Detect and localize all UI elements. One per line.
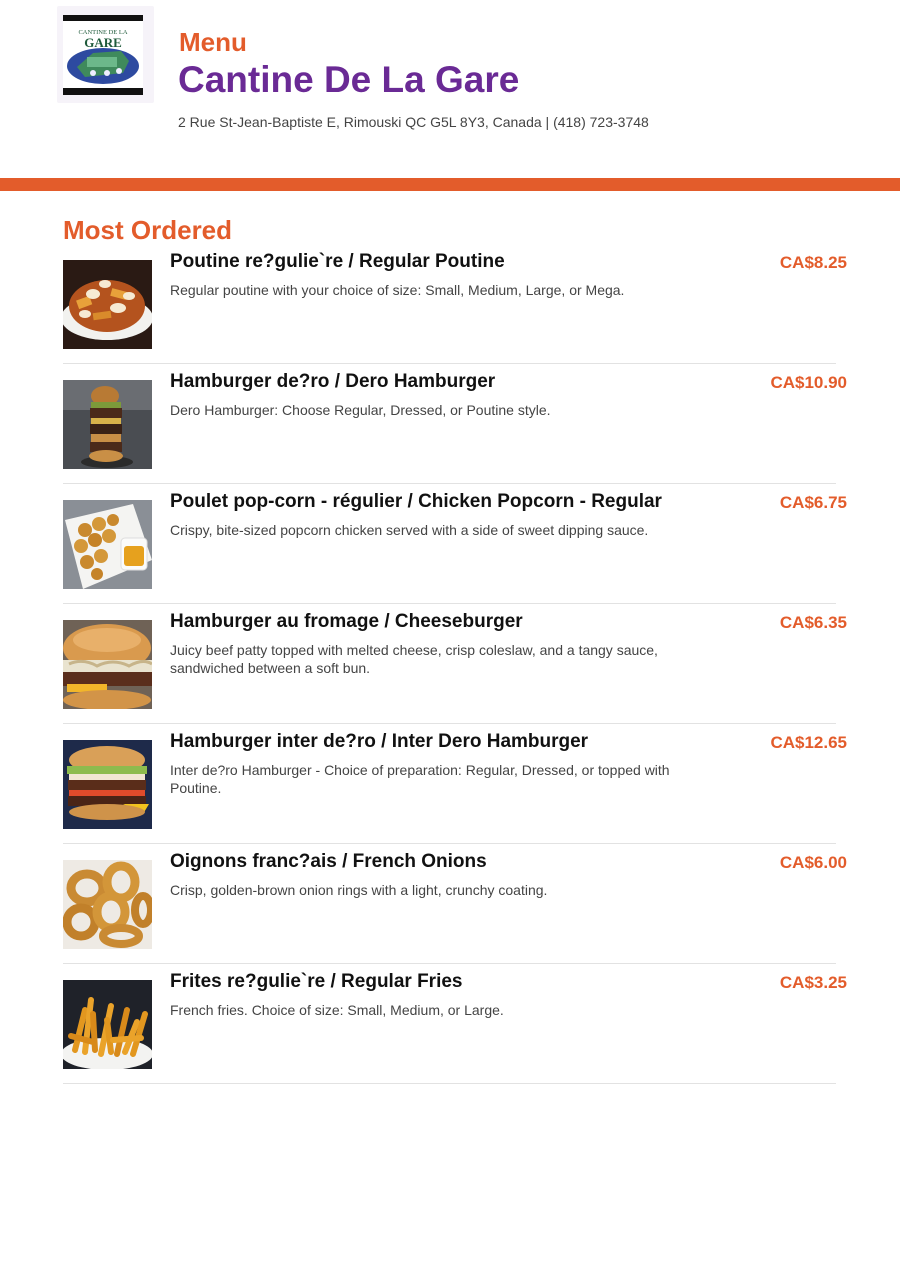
item-price: CA$10.90 — [770, 373, 847, 392]
item-name: Hamburger inter de?ro / Inter Dero Hambu… — [170, 731, 589, 752]
item-name: Oignons franc?ais / French Onions — [170, 851, 487, 872]
menu-item[interactable]: Frites re?gulie`re / Regular Fries Frenc… — [63, 964, 847, 1084]
item-name: Poutine re?gulie`re / Regular Poutine — [170, 251, 505, 272]
item-price: CA$6.00 — [779, 853, 847, 872]
menu-item[interactable]: Oignons franc?ais / French Onions Crisp,… — [63, 844, 847, 964]
menu-item[interactable]: Poulet pop-corn - régulier / Chicken Pop… — [63, 484, 847, 604]
logo-frame: CANTINE DE LA GARE — [57, 6, 154, 103]
item-description: Crisp, golden-brown onion rings with a l… — [170, 882, 548, 898]
menu-items-list: Poutine re?gulie`re / Regular Poutine Re… — [63, 244, 847, 1084]
inter-hamburger-photo-icon — [63, 740, 152, 829]
onion-rings-photo-icon — [63, 860, 152, 949]
item-name: Hamburger au fromage / Cheeseburger — [170, 611, 523, 632]
menu-item[interactable]: Hamburger au fromage / Cheeseburger Juic… — [63, 604, 847, 724]
section-title: Most Ordered — [63, 215, 233, 245]
item-description: Juicy beef patty topped with melted chee… — [170, 642, 658, 676]
svg-text:GARE: GARE — [84, 35, 122, 50]
item-name: Hamburger de?ro / Dero Hamburger — [170, 371, 496, 392]
fries-photo-icon — [63, 980, 152, 1069]
item-name: Poulet pop-corn - régulier / Chicken Pop… — [170, 491, 662, 512]
menu-item[interactable]: Hamburger de?ro / Dero Hamburger Dero Ha… — [63, 364, 847, 484]
item-price: CA$6.75 — [779, 493, 847, 512]
item-price: CA$12.65 — [770, 733, 847, 752]
restaurant-name: Cantine De La Gare — [178, 59, 520, 100]
header-divider — [0, 178, 900, 191]
item-description: Crispy, bite-sized popcorn chicken serve… — [170, 522, 649, 538]
cheeseburger-photo-icon — [63, 620, 152, 709]
poutine-photo-icon — [63, 260, 152, 349]
item-price: CA$6.35 — [779, 613, 847, 632]
item-price: CA$3.25 — [779, 973, 847, 992]
hamburger-photo-icon — [63, 380, 152, 469]
item-price: CA$8.25 — [779, 253, 847, 272]
item-description: Regular poutine with your choice of size… — [170, 282, 625, 298]
item-description: Dero Hamburger: Choose Regular, Dressed,… — [170, 402, 551, 418]
menu-label: Menu — [179, 27, 247, 57]
menu-item[interactable]: Poutine re?gulie`re / Regular Poutine Re… — [63, 244, 847, 364]
menu-item[interactable]: Hamburger inter de?ro / Inter Dero Hambu… — [63, 724, 847, 844]
restaurant-address: 2 Rue St-Jean-Baptiste E, Rimouski QC G5… — [178, 114, 649, 130]
restaurant-logo: CANTINE DE LA GARE — [63, 15, 143, 95]
item-description: French fries. Choice of size: Small, Med… — [170, 1002, 504, 1018]
item-description: Inter de?ro Hamburger - Choice of prepar… — [170, 762, 670, 796]
item-name: Frites re?gulie`re / Regular Fries — [170, 971, 463, 992]
popcorn-chicken-photo-icon — [63, 500, 152, 589]
